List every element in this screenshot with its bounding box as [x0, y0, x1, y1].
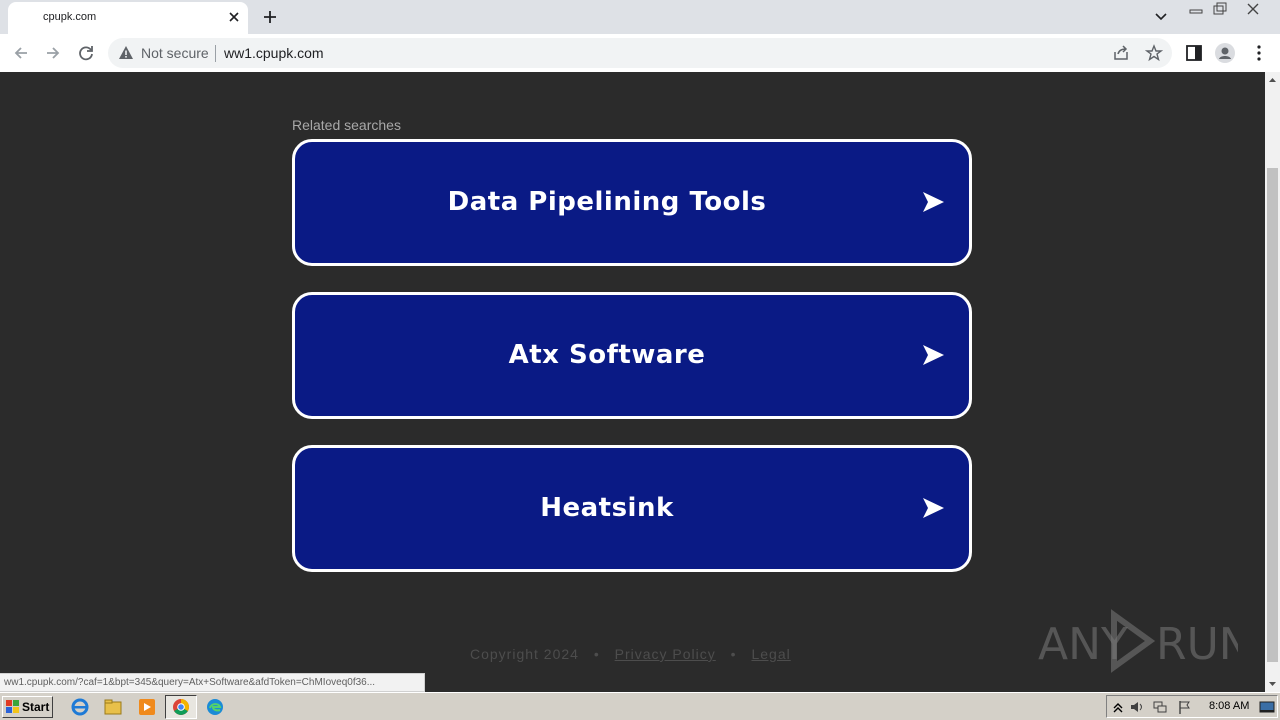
- related-search-heatsink[interactable]: Heatsink: [292, 445, 972, 572]
- network-icon[interactable]: [1152, 699, 1168, 715]
- copyright-text: Copyright 2024: [470, 646, 579, 662]
- result-label: Data Pipelining Tools: [447, 187, 767, 217]
- arrow-right-icon: [923, 192, 944, 212]
- legal-link[interactable]: Legal: [751, 646, 790, 662]
- share-icon[interactable]: [1112, 44, 1130, 62]
- chrome-icon: [173, 699, 189, 715]
- minimize-icon[interactable]: [1186, 2, 1206, 16]
- back-icon[interactable]: [10, 42, 32, 64]
- restore-icon[interactable]: [1210, 2, 1230, 16]
- related-searches-heading: Related searches: [292, 117, 401, 133]
- side-panel-icon[interactable]: [1183, 42, 1205, 64]
- media-player-icon[interactable]: [137, 697, 157, 717]
- result-label: Heatsink: [540, 493, 674, 523]
- scroll-up-icon[interactable]: [1265, 72, 1280, 88]
- address-separator: [215, 45, 216, 62]
- windows-logo-icon: [6, 700, 19, 713]
- forward-icon[interactable]: [42, 42, 64, 64]
- flag-icon[interactable]: [1177, 699, 1193, 715]
- menu-dots-icon[interactable]: [1248, 42, 1270, 64]
- start-button[interactable]: Start: [2, 696, 53, 718]
- vertical-scrollbar[interactable]: [1265, 72, 1280, 692]
- edge-icon[interactable]: [205, 697, 225, 717]
- scroll-down-icon[interactable]: [1265, 676, 1280, 692]
- tray-expand-icon[interactable]: [1110, 699, 1126, 715]
- show-desktop-icon[interactable]: [1259, 699, 1275, 715]
- system-tray: 8:08 AM: [1106, 695, 1278, 718]
- privacy-policy-link[interactable]: Privacy Policy: [615, 646, 716, 662]
- svg-text:RUN: RUN: [1156, 619, 1238, 670]
- reload-icon[interactable]: [75, 42, 97, 64]
- new-tab-icon[interactable]: [259, 6, 281, 28]
- profile-avatar-icon[interactable]: [1214, 42, 1236, 64]
- related-search-atx-software[interactable]: Atx Software: [292, 292, 972, 419]
- url-text[interactable]: ww1.cpupk.com: [224, 45, 324, 61]
- arrow-right-icon: [923, 345, 944, 365]
- star-icon[interactable]: [1145, 44, 1163, 62]
- chevron-down-icon[interactable]: [1151, 8, 1171, 26]
- explorer-icon[interactable]: [103, 697, 123, 717]
- page-footer: Copyright 2024 • Privacy Policy • Legal: [470, 646, 791, 662]
- footer-separator: •: [730, 646, 737, 662]
- security-label[interactable]: Not secure: [141, 45, 209, 61]
- page-content: Related searches Data Pipelining Tools A…: [0, 72, 1265, 692]
- clock[interactable]: 8:08 AM: [1209, 700, 1249, 712]
- result-label: Atx Software: [508, 340, 706, 370]
- chrome-taskbar-button[interactable]: [165, 695, 197, 719]
- arrow-right-icon: [923, 498, 944, 518]
- ie-icon[interactable]: [70, 697, 90, 717]
- tab-cpupk[interactable]: cpupk.com: [8, 2, 248, 34]
- scroll-thumb[interactable]: [1267, 168, 1278, 662]
- footer-separator: •: [593, 646, 600, 662]
- warning-icon[interactable]: [118, 45, 134, 61]
- browser-toolbar: Not secure ww1.cpupk.com: [0, 34, 1280, 73]
- volume-icon[interactable]: [1129, 699, 1145, 715]
- windows-taskbar: Start 8:08 AM: [0, 692, 1280, 720]
- close-icon[interactable]: [224, 7, 244, 27]
- address-bar[interactable]: Not secure ww1.cpupk.com: [108, 38, 1172, 68]
- window-close-icon[interactable]: [1243, 2, 1263, 16]
- tab-strip: cpupk.com: [0, 0, 1280, 34]
- start-label: Start: [22, 700, 50, 714]
- link-status-bar: ww1.cpupk.com/?caf=1&bpt=345&query=Atx+S…: [0, 673, 425, 692]
- related-search-data-pipelining-tools[interactable]: Data Pipelining Tools: [292, 139, 972, 266]
- tab-title: cpupk.com: [43, 11, 97, 23]
- anyrun-watermark-logo: ANY RUN: [1038, 609, 1238, 673]
